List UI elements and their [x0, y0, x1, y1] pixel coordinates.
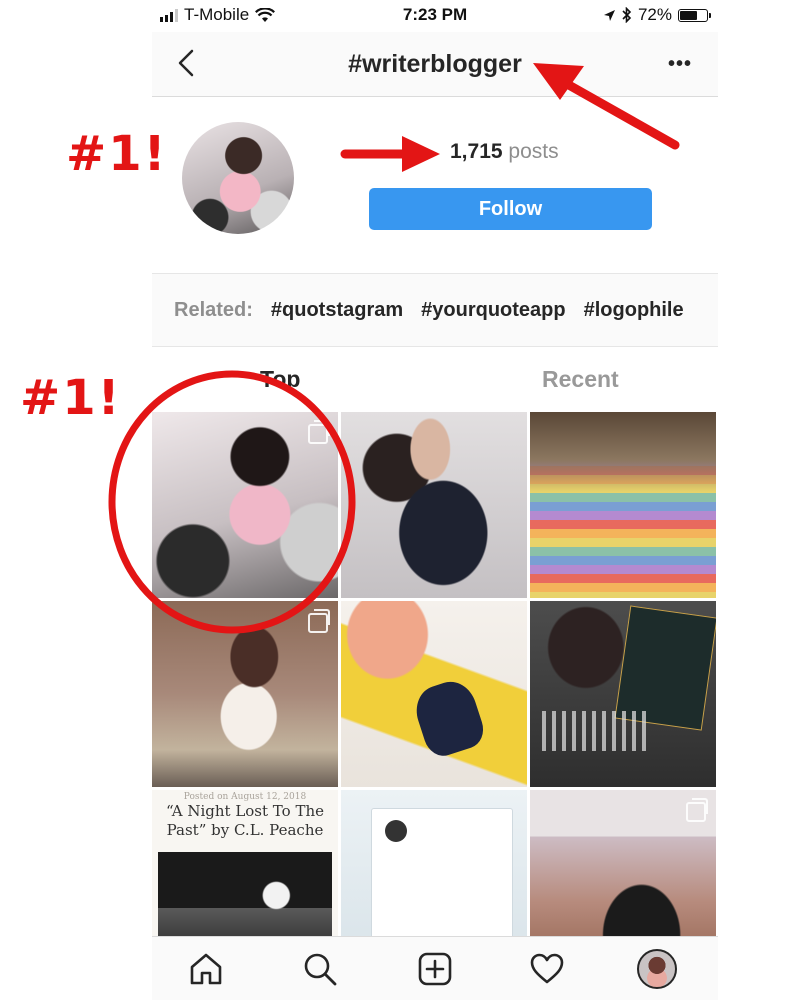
post-thumbnail[interactable] [341, 412, 527, 598]
multiple-photos-icon [686, 798, 708, 822]
related-tag[interactable]: #yourquoteapp [421, 299, 565, 322]
more-options-icon[interactable]: ••• [668, 54, 692, 74]
hashtag-title: #writerblogger [348, 50, 522, 78]
home-icon[interactable] [188, 951, 224, 987]
status-right: 72% [603, 5, 711, 25]
battery-icon [678, 8, 711, 22]
related-hashtags: Related: #quotstagram #yourquoteapp #log… [152, 273, 718, 347]
multiple-photos-icon [308, 420, 330, 444]
related-tag[interactable]: #logophile [584, 299, 684, 322]
nav-bar: #writerblogger ••• [152, 32, 718, 97]
post-thumbnail[interactable] [530, 412, 716, 598]
post-count: 1,715 posts [450, 140, 559, 164]
post-thumbnail[interactable] [152, 601, 338, 787]
post-date-text: Posted on August 12, 2018 [183, 792, 307, 802]
search-icon[interactable] [302, 951, 338, 987]
post-thumbnail[interactable] [152, 412, 338, 598]
post-thumbnail[interactable] [530, 601, 716, 787]
battery-percent: 72% [637, 5, 672, 24]
post-count-value: 1,715 [450, 140, 503, 163]
tab-top[interactable]: Top [260, 366, 300, 393]
status-bar: T-Mobile 7:23 PM 72% [152, 0, 718, 32]
add-post-icon[interactable] [417, 951, 453, 987]
annotation-label: #1! [66, 126, 168, 182]
post-caption-text: “A Night Lost To The Past” by C.L. Peach… [166, 802, 324, 839]
bottom-tab-bar [152, 936, 718, 1000]
post-thumbnail[interactable] [341, 601, 527, 787]
tab-recent[interactable]: Recent [542, 366, 619, 393]
related-label: Related: [174, 298, 253, 321]
post-count-label: posts [508, 140, 559, 163]
profile-icon[interactable] [637, 949, 677, 989]
follow-button[interactable]: Follow [369, 188, 652, 230]
feed-tabs: Top Recent [152, 350, 718, 410]
related-tag[interactable]: #quotstagram [271, 299, 403, 322]
hashtag-avatar [182, 122, 294, 234]
annotation-label: #1! [20, 370, 122, 426]
location-icon [603, 9, 615, 21]
multiple-photos-icon [308, 609, 330, 633]
heart-icon[interactable] [529, 951, 565, 987]
bluetooth-icon [622, 7, 632, 23]
phone-screen: T-Mobile 7:23 PM 72% #writerblogger ••• … [152, 0, 718, 1000]
